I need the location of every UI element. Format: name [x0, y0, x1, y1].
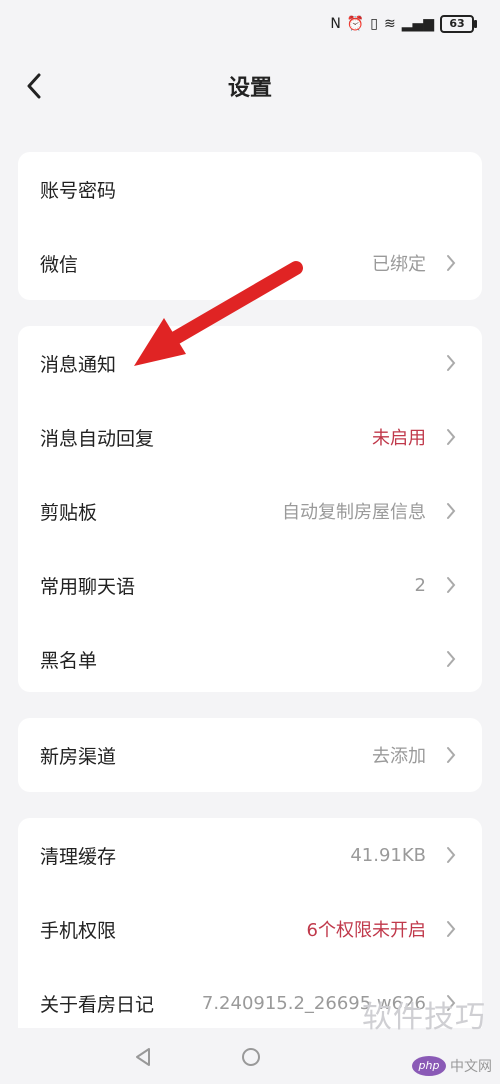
row-label: 清理缓存	[40, 845, 117, 868]
settings-group-account: 账号密码 微信 已绑定	[18, 152, 482, 300]
row-value: 自动复制房屋信息	[282, 502, 426, 523]
row-label: 关于看房日记	[40, 993, 155, 1016]
row-auto-reply[interactable]: 消息自动回复 未启用	[18, 400, 482, 474]
nav-back-button[interactable]	[128, 1042, 158, 1072]
watermark-text: 软件技巧	[362, 1000, 486, 1035]
vibrate-icon: ▯	[370, 16, 378, 32]
row-message-notification[interactable]: 消息通知	[18, 326, 482, 400]
circle-home-icon	[242, 1048, 260, 1066]
row-label: 微信	[40, 253, 79, 276]
row-label: 手机权限	[40, 919, 117, 942]
chevron-right-icon	[442, 252, 460, 274]
status-bar: N ⏰ ▯ ≋ ▂▄▆ 63	[0, 0, 500, 48]
row-value: 去添加	[372, 746, 426, 767]
row-blacklist[interactable]: 黑名单	[18, 622, 482, 696]
alarm-icon: ⏰	[346, 16, 365, 32]
row-phone-permissions[interactable]: 手机权限 6个权限未开启	[18, 892, 482, 966]
row-value: 41.91KB	[350, 844, 426, 866]
row-account-password[interactable]: 账号密码	[18, 152, 482, 226]
settings-group-messages: 消息通知 消息自动回复 未启用 剪贴板 自动复制房屋信息 常用聊天语 2 黑名单	[18, 326, 482, 692]
row-wechat[interactable]: 微信 已绑定	[18, 226, 482, 300]
chevron-right-icon	[442, 500, 460, 522]
battery-indicator: 63	[440, 15, 477, 33]
row-label: 账号密码	[40, 179, 117, 202]
row-clipboard[interactable]: 剪贴板 自动复制房屋信息	[18, 474, 482, 548]
row-label: 剪贴板	[40, 501, 98, 524]
row-new-house-channel[interactable]: 新房渠道 去添加	[18, 718, 482, 792]
nav-home-button[interactable]	[236, 1042, 266, 1072]
chevron-right-icon	[442, 744, 460, 766]
row-clear-cache[interactable]: 清理缓存 41.91KB	[18, 818, 482, 892]
row-label: 消息通知	[40, 353, 117, 376]
row-value: 已绑定	[372, 254, 426, 275]
row-label: 黑名单	[40, 649, 98, 672]
row-label: 新房渠道	[40, 745, 117, 768]
row-common-phrases[interactable]: 常用聊天语 2	[18, 548, 482, 622]
settings-group-channels: 新房渠道 去添加	[18, 718, 482, 792]
signal-4g-icon: ▂▄▆	[401, 16, 434, 32]
row-value: 未启用	[372, 428, 426, 449]
chevron-right-icon	[442, 648, 460, 670]
chevron-right-icon	[442, 426, 460, 448]
watermark-site: php 中文网	[412, 1056, 492, 1076]
chevron-right-icon	[442, 918, 460, 940]
php-logo: php	[412, 1056, 446, 1076]
site-label: 中文网	[450, 1059, 492, 1075]
page-title: 设置	[227, 76, 272, 101]
chevron-right-icon	[442, 574, 460, 596]
row-label: 消息自动回复	[40, 427, 155, 450]
chevron-right-icon	[442, 844, 460, 866]
wifi-icon: ≋	[383, 16, 396, 32]
status-icons: N ⏰ ▯ ≋ ▂▄▆ 63	[330, 14, 477, 34]
row-value: 2	[414, 574, 426, 596]
row-value: 6个权限未开启	[306, 920, 426, 941]
header: 设置	[0, 56, 500, 116]
nfc-icon: N	[330, 16, 341, 32]
row-label: 常用聊天语	[40, 575, 136, 598]
chevron-right-icon	[442, 352, 460, 374]
triangle-back-icon	[136, 1048, 150, 1066]
